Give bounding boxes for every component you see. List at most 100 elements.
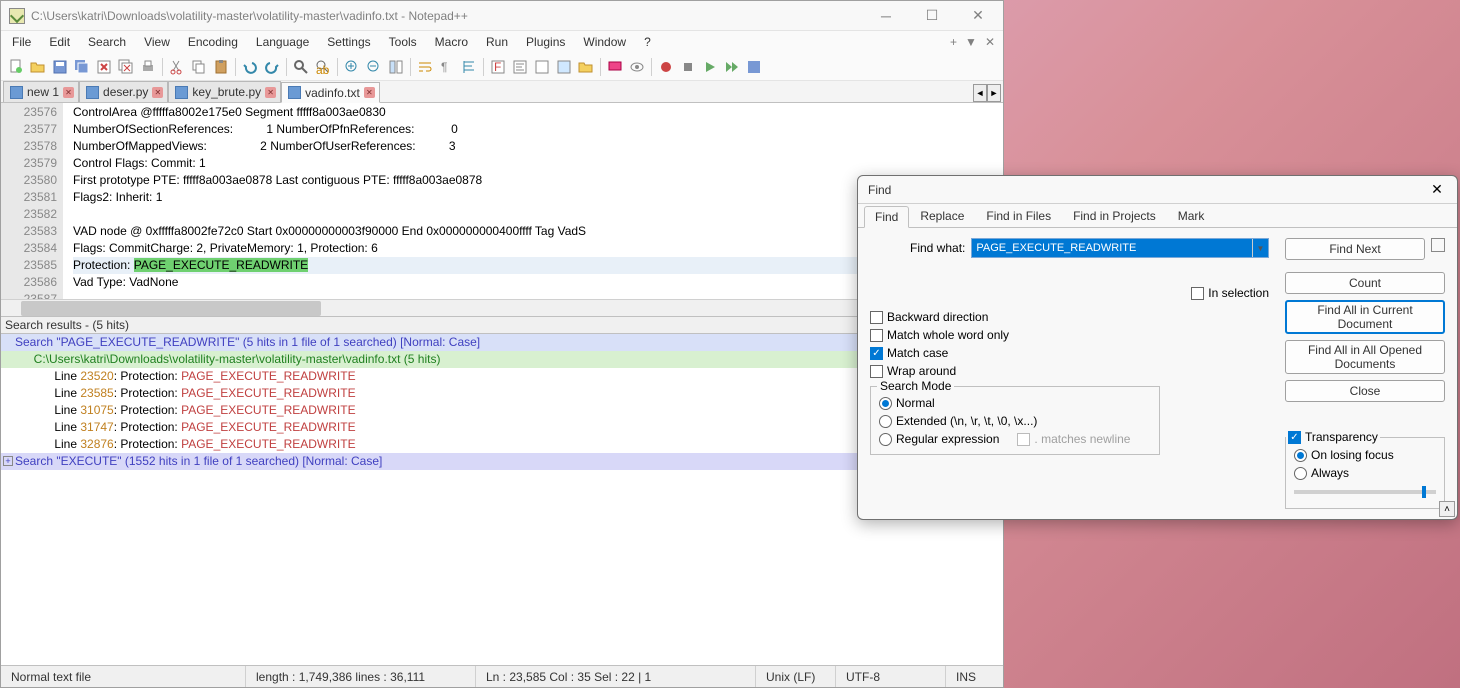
menu-tools[interactable]: Tools xyxy=(380,33,426,51)
find-what-input[interactable] xyxy=(971,238,1269,258)
menu-view[interactable]: View xyxy=(135,33,179,51)
close-find-button[interactable]: Close xyxy=(1285,380,1445,402)
paste-icon[interactable] xyxy=(210,56,232,78)
find-all-opened-button[interactable]: Find All in All Opened Documents xyxy=(1285,340,1445,374)
tab-close-icon[interactable]: ✕ xyxy=(265,87,276,98)
wordwrap-icon[interactable] xyxy=(414,56,436,78)
tab-next-icon[interactable]: ► xyxy=(987,84,1001,102)
find-direction-checkbox[interactable] xyxy=(1431,238,1445,252)
backward-checkbox[interactable] xyxy=(870,311,883,324)
tab-prev-icon[interactable]: ◄ xyxy=(973,84,987,102)
redo-icon[interactable] xyxy=(261,56,283,78)
menu-encoding[interactable]: Encoding xyxy=(179,33,247,51)
close-button[interactable]: ✕ xyxy=(955,1,1001,31)
expand-button[interactable]: ˄ xyxy=(1439,501,1455,517)
transparency-slider[interactable] xyxy=(1294,490,1436,494)
doc-map-icon[interactable] xyxy=(509,56,531,78)
find-tab-projects[interactable]: Find in Projects xyxy=(1062,205,1167,227)
eye-icon[interactable] xyxy=(626,56,648,78)
new-file-icon[interactable] xyxy=(5,56,27,78)
close-file-icon[interactable] xyxy=(93,56,115,78)
copy-icon[interactable] xyxy=(188,56,210,78)
find-next-button[interactable]: Find Next xyxy=(1285,238,1425,260)
find-close-button[interactable]: ✕ xyxy=(1427,180,1447,200)
indent-guide-icon[interactable] xyxy=(458,56,480,78)
save-macro-icon[interactable] xyxy=(743,56,765,78)
tab-deser[interactable]: deser.py✕ xyxy=(79,81,168,102)
play-multi-icon[interactable] xyxy=(721,56,743,78)
show-chars-icon[interactable]: ¶ xyxy=(436,56,458,78)
menu-plugins[interactable]: Plugins xyxy=(517,33,574,51)
find-dropdown-icon[interactable]: ▼ xyxy=(1252,239,1268,257)
wholeword-label: Match whole word only xyxy=(887,328,1009,342)
menu-macro[interactable]: Macro xyxy=(426,33,477,51)
save-all-icon[interactable] xyxy=(71,56,93,78)
sync-icon[interactable] xyxy=(385,56,407,78)
menu-help[interactable]: ? xyxy=(635,33,660,51)
tab-close-icon[interactable]: ✕ xyxy=(63,87,74,98)
tab-close-icon[interactable]: ✕ xyxy=(152,87,163,98)
zoom-in-icon[interactable] xyxy=(341,56,363,78)
folder-icon[interactable] xyxy=(575,56,597,78)
matchcase-checkbox[interactable]: ✓ xyxy=(870,347,883,360)
transp-always-radio[interactable] xyxy=(1294,467,1307,480)
horizontal-scrollbar[interactable] xyxy=(1,299,1003,316)
undo-icon[interactable] xyxy=(239,56,261,78)
stop-icon[interactable] xyxy=(677,56,699,78)
find-tab-mark[interactable]: Mark xyxy=(1167,205,1216,227)
tab-new1[interactable]: new 1 ✕ xyxy=(3,81,79,102)
menubar: File Edit Search View Encoding Language … xyxy=(1,31,1003,53)
open-file-icon[interactable] xyxy=(27,56,49,78)
file-icon xyxy=(288,86,301,99)
find-tab-find[interactable]: Find xyxy=(864,206,909,228)
wrap-checkbox[interactable] xyxy=(870,365,883,378)
close-all-icon[interactable] xyxy=(115,56,137,78)
in-selection-checkbox[interactable] xyxy=(1191,287,1204,300)
tab-vadinfo[interactable]: vadinfo.txt✕ xyxy=(281,82,380,103)
menu-language[interactable]: Language xyxy=(247,33,318,51)
replace-icon[interactable]: ab xyxy=(312,56,334,78)
mode-regex-radio[interactable] xyxy=(879,433,892,446)
menu-run[interactable]: Run xyxy=(477,33,517,51)
menu-plus-icon[interactable]: + xyxy=(950,35,957,49)
find-dialog: Find ✕ Find Replace Find in Files Find i… xyxy=(857,175,1458,520)
find-tab-files[interactable]: Find in Files xyxy=(975,205,1062,227)
mode-ext-radio[interactable] xyxy=(879,415,892,428)
minimize-button[interactable]: ─ xyxy=(863,1,909,31)
file-icon xyxy=(10,86,23,99)
status-filetype: Normal text file xyxy=(1,666,246,687)
tab-keybrute[interactable]: key_brute.py✕ xyxy=(168,81,281,102)
menu-file[interactable]: File xyxy=(3,33,40,51)
doc-list-icon[interactable] xyxy=(531,56,553,78)
menu-edit[interactable]: Edit xyxy=(40,33,79,51)
save-icon[interactable] xyxy=(49,56,71,78)
newline-label: . matches newline xyxy=(1034,432,1130,446)
find-all-current-button[interactable]: Find All in Current Document xyxy=(1285,300,1445,334)
menu-settings[interactable]: Settings xyxy=(318,33,379,51)
menu-search[interactable]: Search xyxy=(79,33,135,51)
zoom-out-icon[interactable] xyxy=(363,56,385,78)
menu-dropdown-icon[interactable]: ▼ xyxy=(965,35,977,49)
tab-label: new 1 xyxy=(27,85,59,99)
monitor-icon[interactable] xyxy=(604,56,626,78)
search-results[interactable]: Search "PAGE_EXECUTE_READWRITE" (5 hits … xyxy=(1,334,1003,470)
count-button[interactable]: Count xyxy=(1285,272,1445,294)
tab-close-icon[interactable]: ✕ xyxy=(364,87,375,98)
find-icon[interactable] xyxy=(290,56,312,78)
find-tab-replace[interactable]: Replace xyxy=(909,205,975,227)
maximize-button[interactable]: ☐ xyxy=(909,1,955,31)
menu-close-icon[interactable]: ✕ xyxy=(985,35,995,49)
cut-icon[interactable] xyxy=(166,56,188,78)
scrollbar-thumb[interactable] xyxy=(21,301,321,316)
func-list-icon[interactable] xyxy=(553,56,575,78)
transparency-checkbox[interactable]: ✓ xyxy=(1288,431,1301,444)
record-icon[interactable] xyxy=(655,56,677,78)
menu-window[interactable]: Window xyxy=(574,33,635,51)
transp-always-label: Always xyxy=(1311,466,1349,480)
transp-focus-radio[interactable] xyxy=(1294,449,1307,462)
play-icon[interactable] xyxy=(699,56,721,78)
print-icon[interactable] xyxy=(137,56,159,78)
mode-normal-radio[interactable] xyxy=(879,397,892,410)
wholeword-checkbox[interactable] xyxy=(870,329,883,342)
lang-icon[interactable]: F xyxy=(487,56,509,78)
